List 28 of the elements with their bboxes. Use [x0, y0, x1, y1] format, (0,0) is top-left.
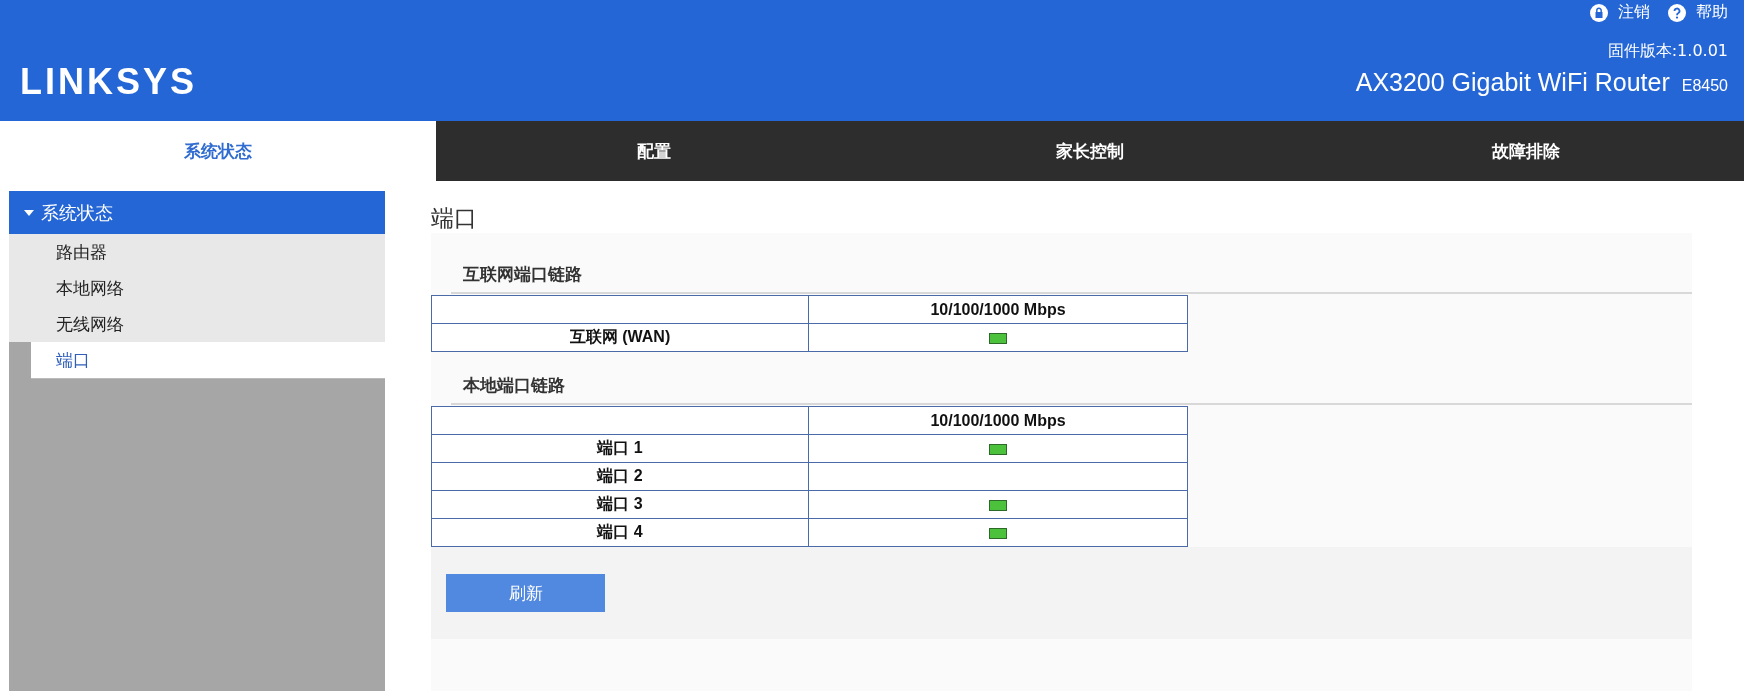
sidebar-item[interactable]: 本地网络 [9, 270, 385, 306]
column-header: 10/100/1000 Mbps [808, 406, 1188, 435]
caret-icon [23, 208, 35, 217]
firmware-version: 固件版本:1.0.01 [1607, 41, 1728, 62]
sidebar-group[interactable]: 系统状态 [9, 191, 385, 234]
page-title: 端口 [431, 204, 478, 233]
help-icon [1668, 3, 1686, 22]
header-link[interactable]: 注销 [1590, 2, 1650, 23]
sidebar-item[interactable]: 无线网络 [9, 306, 385, 342]
port-name: 端口 3 [431, 490, 809, 519]
header-link[interactable]: 帮助 [1668, 2, 1728, 23]
brand-logo: LINKSYS [20, 62, 198, 102]
nav-tab[interactable]: 故障排除 [1308, 121, 1744, 181]
nav-tab[interactable]: 系统状态 [0, 121, 436, 181]
port-name: 端口 1 [431, 434, 809, 463]
model-code: E8450 [1681, 77, 1728, 95]
router-model: AX3200 Gigabit WiFi Router [1355, 68, 1670, 97]
sidebar-item[interactable]: 端口 [31, 342, 385, 379]
section-title: 互联网端口链路 [451, 263, 1692, 294]
section-title: 本地端口链路 [451, 374, 1692, 405]
port-name: 端口 4 [431, 518, 809, 547]
nav-tab[interactable]: 配置 [436, 121, 872, 181]
sidebar-item[interactable]: 路由器 [9, 234, 385, 270]
column-header: 10/100/1000 Mbps [808, 295, 1188, 324]
lock-icon [1590, 3, 1608, 22]
port-name: 端口 2 [431, 462, 809, 491]
port-name: 互联网 (WAN) [431, 323, 809, 352]
nav-tab[interactable]: 家长控制 [872, 121, 1308, 181]
